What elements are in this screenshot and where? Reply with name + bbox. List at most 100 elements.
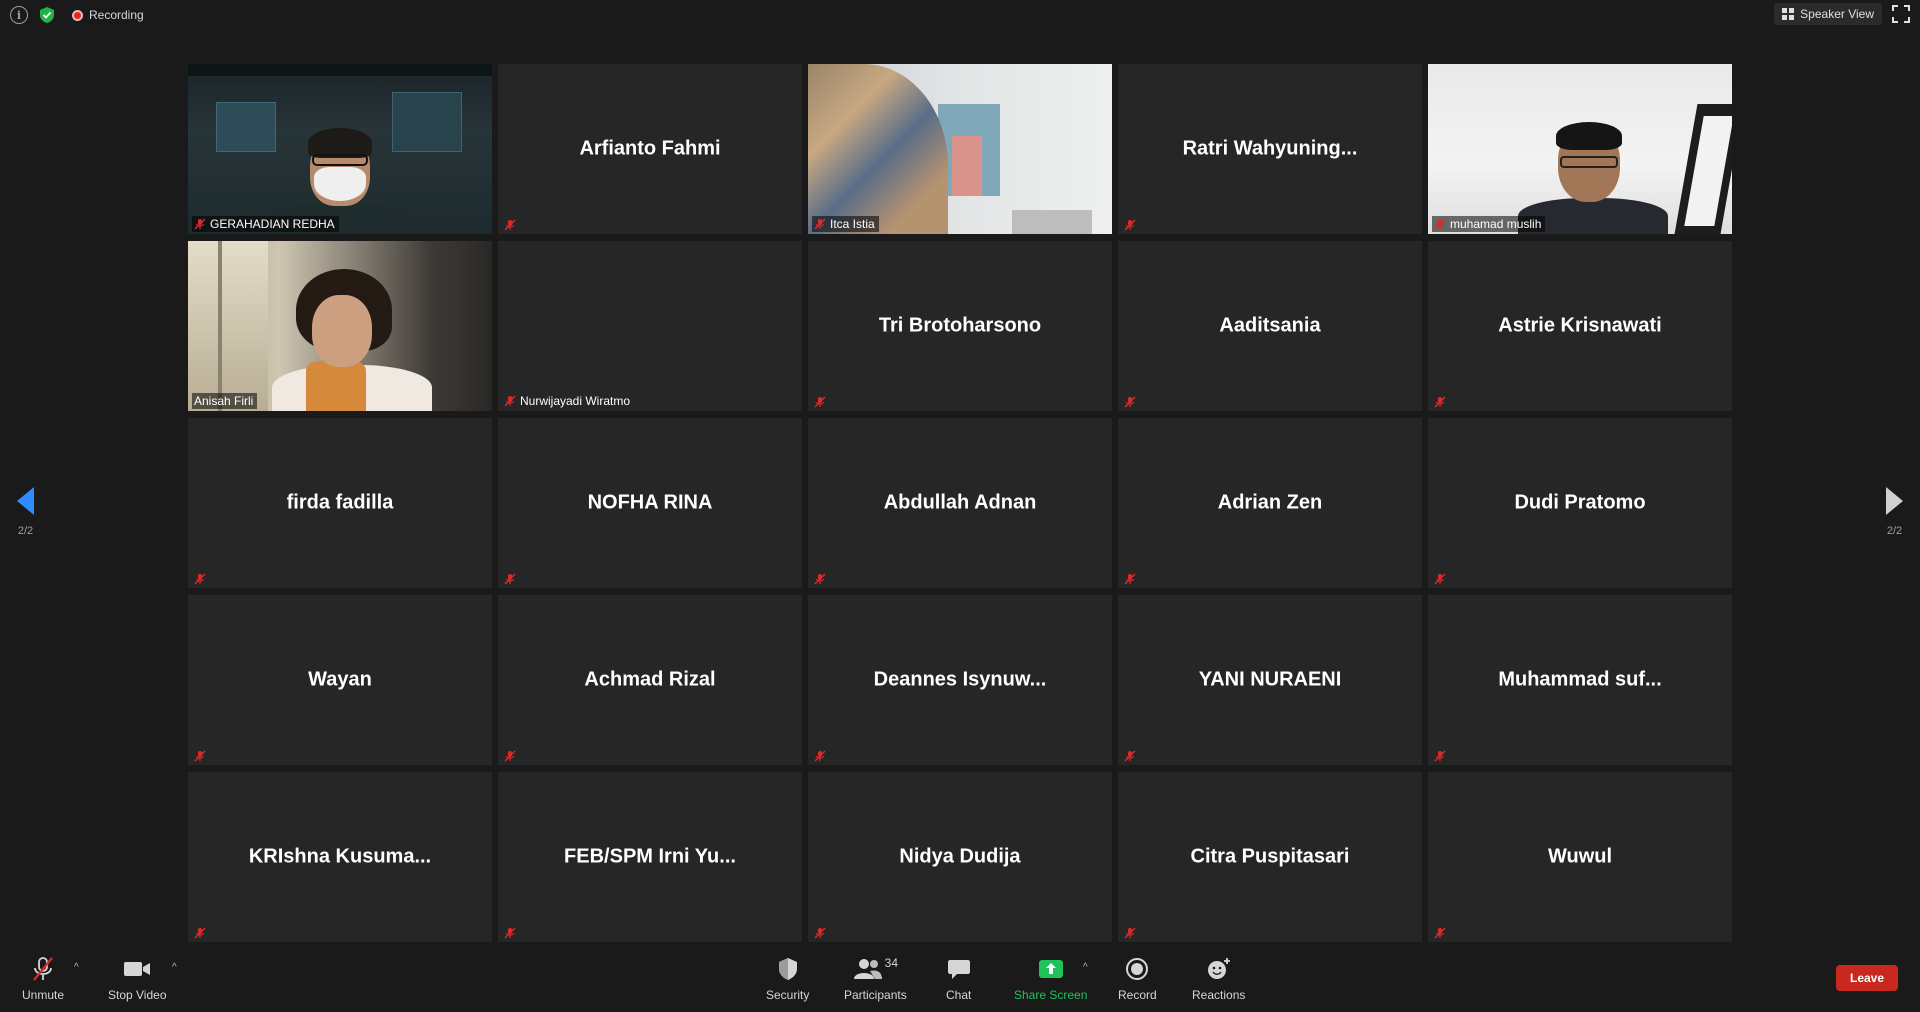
record-button[interactable]: Record	[1118, 956, 1157, 1002]
participant-tile[interactable]: Arfianto Fahmi	[498, 64, 802, 234]
participant-name-label	[812, 395, 830, 409]
unmute-label: Unmute	[22, 988, 65, 1002]
participant-name-label	[1122, 572, 1140, 586]
info-icon[interactable]: i	[10, 6, 28, 24]
participant-name-label	[1122, 926, 1140, 940]
reactions-emoji-icon	[1206, 956, 1232, 982]
participant-tile[interactable]: Achmad Rizal	[498, 595, 802, 765]
participant-name: FEB/SPM Irni Yu...	[564, 845, 736, 868]
participant-tile[interactable]: Ratri Wahyuning...	[1118, 64, 1422, 234]
participant-tile[interactable]: Abdullah Adnan	[808, 418, 1112, 588]
muted-mic-icon	[814, 218, 826, 230]
participant-tile[interactable]: Nurwijayadi Wiratmo	[498, 241, 802, 411]
top-bar: i Recording Speaker View	[0, 0, 1920, 30]
participant-name: Achmad Rizal	[584, 668, 716, 691]
record-icon	[1125, 956, 1149, 982]
participant-name-label	[502, 749, 520, 763]
speaker-view-button[interactable]: Speaker View	[1774, 3, 1882, 25]
share-screen-label: Share Screen	[1014, 988, 1088, 1002]
muted-mic-icon	[194, 750, 206, 762]
participant-name-label: Nurwijayadi Wiratmo	[502, 393, 634, 409]
muted-mic-icon	[504, 573, 516, 585]
participant-name-label: GERAHADIAN REDHA	[192, 216, 339, 232]
unmute-button[interactable]: Unmute	[22, 956, 64, 1002]
muted-microphone-icon	[30, 956, 56, 982]
participant-name: Deannes Isynuw...	[873, 668, 1047, 691]
muted-mic-icon	[504, 927, 516, 939]
encryption-shield-icon[interactable]	[38, 5, 56, 25]
stop-video-button[interactable]: Stop Video	[108, 956, 167, 1002]
zoom-meeting-window: i Recording Speaker View 2/2 2/2 GERAHAD…	[0, 0, 1920, 1012]
participant-tile[interactable]: muhamad muslih	[1428, 64, 1732, 234]
participant-tile[interactable]: Aaditsania	[1118, 241, 1422, 411]
audio-options-caret-icon[interactable]: ^	[74, 962, 84, 973]
leave-button[interactable]: Leave	[1836, 965, 1898, 991]
recording-dot-icon	[72, 9, 83, 21]
participants-label: Participants	[844, 988, 907, 1002]
stop-video-label: Stop Video	[108, 988, 167, 1002]
muted-mic-icon	[814, 750, 826, 762]
participant-tile[interactable]: Adrian Zen	[1118, 418, 1422, 588]
chat-button[interactable]: Chat	[946, 956, 971, 1002]
muted-mic-icon	[814, 396, 826, 408]
participant-tile[interactable]: Anisah Firli	[188, 241, 492, 411]
chat-bubble-icon	[947, 956, 971, 982]
participant-name: Astrie Krisnawati	[1498, 314, 1662, 337]
participant-name-label: muhamad muslih	[1432, 216, 1546, 232]
participant-tile[interactable]: GERAHADIAN REDHA	[188, 64, 492, 234]
participant-tile[interactable]: Wayan	[188, 595, 492, 765]
muted-mic-icon	[1124, 750, 1136, 762]
participant-tile[interactable]: Astrie Krisnawati	[1428, 241, 1732, 411]
next-page-arrow-icon[interactable]	[1886, 487, 1903, 515]
participant-tile[interactable]: FEB/SPM Irni Yu...	[498, 772, 802, 942]
participant-name: Arfianto Fahmi	[579, 137, 721, 160]
muted-mic-icon	[1124, 573, 1136, 585]
participants-count: 34	[884, 956, 899, 970]
security-button[interactable]: Security	[766, 956, 809, 1002]
participants-button[interactable]: 34 Participants	[844, 956, 907, 1002]
participant-name-label	[1432, 572, 1450, 586]
recording-indicator[interactable]: Recording	[72, 8, 144, 22]
participant-name: Wuwul	[1547, 845, 1613, 868]
muted-mic-icon	[1434, 750, 1446, 762]
participant-tile[interactable]: Muhammad suf...	[1428, 595, 1732, 765]
previous-page-control[interactable]: 2/2	[17, 487, 34, 537]
next-page-control[interactable]: 2/2	[1886, 487, 1903, 537]
participant-name: Muhammad suf...	[1498, 668, 1662, 691]
share-screen-icon	[1038, 956, 1064, 982]
participant-name-label	[502, 572, 520, 586]
muted-mic-icon	[814, 927, 826, 939]
participant-tile[interactable]: KRIshna Kusuma...	[188, 772, 492, 942]
share-screen-button[interactable]: Share Screen	[1014, 956, 1087, 1002]
participant-tile[interactable]: Itca Istia	[808, 64, 1112, 234]
muted-mic-icon	[194, 218, 206, 230]
participant-tile[interactable]: NOFHA RINA	[498, 418, 802, 588]
participant-name: Nidya Dudija	[899, 845, 1021, 868]
muted-mic-icon	[504, 219, 516, 231]
previous-page-arrow-icon[interactable]	[17, 487, 34, 515]
participant-tile[interactable]: Tri Brotoharsono	[808, 241, 1112, 411]
participant-tile[interactable]: Dudi Pratomo	[1428, 418, 1732, 588]
participant-tile[interactable]: Deannes Isynuw...	[808, 595, 1112, 765]
muted-mic-icon	[194, 573, 206, 585]
muted-mic-icon	[1434, 218, 1446, 230]
participant-name-label	[1122, 218, 1140, 232]
participant-name: Ratri Wahyuning...	[1182, 137, 1358, 160]
gallery-grid: GERAHADIAN REDHA Arfianto Fahmi Itca Ist…	[188, 64, 1733, 942]
security-shield-icon	[777, 956, 799, 982]
participant-tile[interactable]: Nidya Dudija	[808, 772, 1112, 942]
reactions-button[interactable]: Reactions	[1192, 956, 1245, 1002]
participant-tile[interactable]: firda fadilla	[188, 418, 492, 588]
participant-tile[interactable]: Citra Puspitasari	[1118, 772, 1422, 942]
participant-name-label: Anisah Firli	[192, 393, 258, 409]
participant-tile[interactable]: YANI NURAENI	[1118, 595, 1422, 765]
participant-name-label	[1432, 926, 1450, 940]
view-grid-icon	[1782, 8, 1795, 20]
reactions-label: Reactions	[1192, 988, 1246, 1002]
chat-label: Chat	[946, 988, 972, 1002]
video-options-caret-icon[interactable]: ^	[172, 962, 182, 973]
participant-name: Abdullah Adnan	[883, 491, 1037, 514]
participant-tile[interactable]: Wuwul	[1428, 772, 1732, 942]
share-options-caret-icon[interactable]: ^	[1083, 962, 1093, 973]
fullscreen-icon[interactable]	[1892, 5, 1910, 23]
